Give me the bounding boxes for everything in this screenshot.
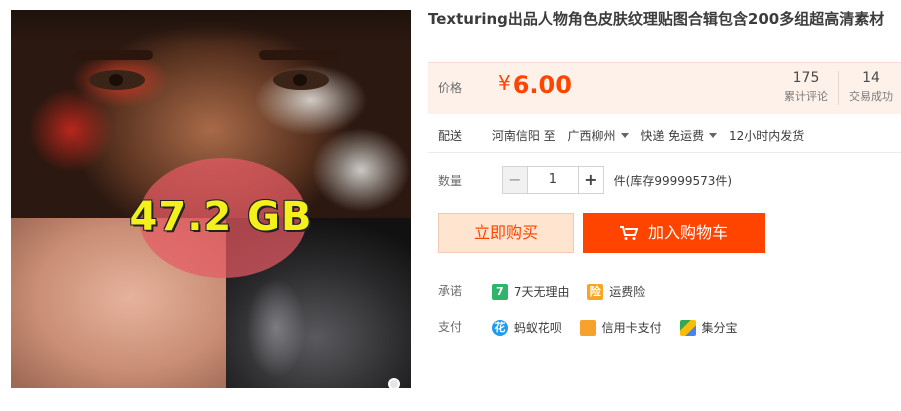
quantity-label: 数量	[438, 173, 463, 188]
shipping-insurance-icon: 险	[587, 284, 604, 301]
quantity-stepper: −1 +	[501, 166, 604, 194]
price-panel: 价格 ¥6.00 175 累计评论 14 交易成功	[428, 62, 901, 114]
buy-now-button[interactable]: 立即购买	[438, 213, 574, 253]
promise-text: 运费险	[609, 284, 646, 299]
reviews-count: 175	[792, 70, 820, 86]
price-value: ¥6.00	[498, 71, 572, 99]
sales-label: 交易成功	[849, 90, 893, 103]
payment-label: 支付	[438, 320, 463, 334]
currency-symbol: ¥	[498, 71, 511, 95]
increase-button[interactable]: +	[578, 167, 603, 193]
chevron-down-icon[interactable]	[620, 133, 629, 138]
jifenbao-icon	[679, 320, 696, 337]
file-size-overlay: 47.2 GB	[129, 194, 313, 240]
payment-row: 支付 花蚂蚁花呗 信用卡支付 集分宝	[428, 318, 901, 337]
payment-text: 信用卡支付	[601, 320, 662, 335]
sales-stat: 14 交易成功	[842, 69, 900, 105]
payment-credit-card[interactable]: 信用卡支付	[579, 319, 662, 337]
shipping-row: 配送 河南信阳 至 广西柳州 快递 免运费 12小时内发货	[428, 127, 901, 144]
product-title: Texturing出品人物角色皮肤纹理贴图合辑包含200多组超高清素材	[428, 10, 885, 28]
reviews-stat[interactable]: 175 累计评论	[776, 69, 836, 105]
promise-shipping-insurance[interactable]: 险运费险	[587, 283, 645, 301]
price-amount: 6.00	[512, 71, 572, 99]
add-to-cart-button[interactable]: 加入购物车	[583, 213, 765, 253]
payment-text: 蚂蚁花呗	[513, 320, 562, 335]
quantity-input[interactable]: 1	[526, 167, 579, 193]
gallery-indicator[interactable]	[388, 378, 400, 390]
divider	[428, 152, 901, 153]
cart-icon	[619, 226, 638, 240]
payment-jifenbao[interactable]: 集分宝	[679, 319, 738, 337]
promise-seven-day[interactable]: 7 7天无理由	[491, 283, 570, 301]
shipping-label: 配送	[438, 129, 463, 143]
dispatch-time: 12小时内发货	[728, 129, 805, 143]
reviews-label: 累计评论	[784, 90, 828, 103]
huabei-icon: 花	[491, 320, 508, 337]
shipping-destination[interactable]: 广西柳州	[567, 127, 615, 144]
chevron-down-icon[interactable]	[709, 133, 718, 138]
decrease-button[interactable]: −	[502, 167, 527, 193]
quantity-row: 数量 −1 + 件(库存99999573件)	[428, 166, 901, 194]
promise-text: 7天无理由	[513, 284, 570, 299]
payment-huabei[interactable]: 花蚂蚁花呗	[491, 319, 562, 337]
add-to-cart-label: 加入购物车	[647, 223, 728, 242]
promise-label: 承诺	[438, 284, 463, 298]
credit-card-icon	[579, 320, 596, 337]
stat-divider	[838, 71, 839, 105]
stock-info: 件(库存99999573件)	[613, 173, 733, 188]
sales-count: 14	[862, 70, 880, 86]
product-main-image[interactable]: 47.2 GB	[11, 10, 411, 388]
shipping-method[interactable]: 快递 免运费	[640, 127, 704, 144]
price-label: 价格	[438, 81, 463, 95]
shipping-origin: 河南信阳 至	[491, 129, 556, 143]
seven-day-icon: 7	[491, 284, 508, 301]
left-eye	[89, 70, 145, 90]
payment-text: 集分宝	[701, 320, 738, 335]
promise-row: 承诺 7 7天无理由 险运费险	[428, 282, 901, 301]
right-eye	[273, 70, 329, 90]
